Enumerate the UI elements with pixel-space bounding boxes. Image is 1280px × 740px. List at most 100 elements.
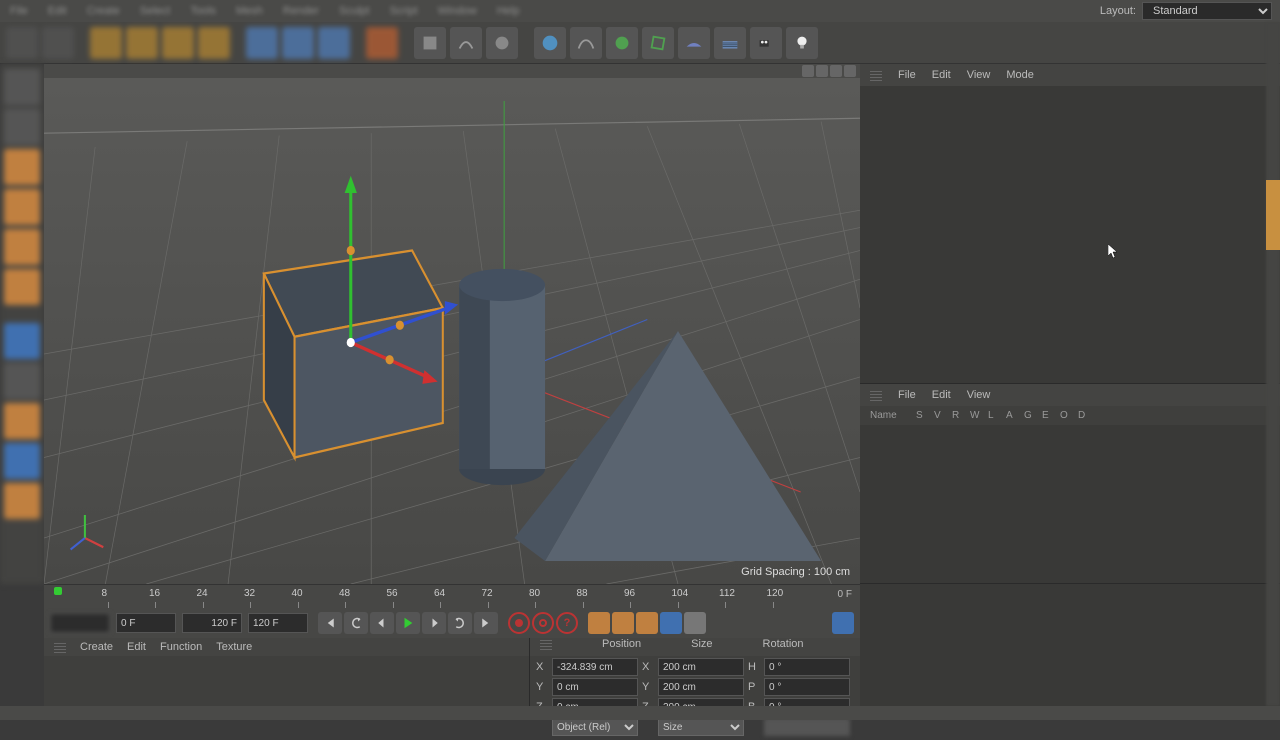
point-mode-icon[interactable] [4, 189, 40, 225]
nav-rotate-icon[interactable] [830, 65, 842, 77]
start-frame-input[interactable] [50, 613, 110, 633]
om-menu-edit[interactable]: Edit [932, 69, 951, 81]
main-menu[interactable]: FileEditCreateSelectToolsMeshRenderSculp… [10, 5, 519, 17]
spline-tool-icon[interactable] [570, 27, 602, 59]
goto-start-icon[interactable] [318, 612, 342, 634]
size-y-input[interactable] [658, 678, 744, 696]
playhead-icon[interactable] [54, 587, 62, 595]
size-mode-select[interactable]: Size [658, 718, 744, 736]
size-x-input[interactable] [658, 658, 744, 676]
right-active-tab[interactable] [1266, 180, 1280, 250]
mat-edit[interactable]: Edit [127, 641, 146, 653]
undo-icon[interactable] [6, 27, 38, 59]
layout-label: Layout: [1100, 5, 1136, 17]
coord-mode-select[interactable]: Object (Rel) [552, 718, 638, 736]
poly-mode-icon[interactable] [4, 269, 40, 305]
environment-icon[interactable] [678, 27, 710, 59]
ruler-mark: 112 [719, 588, 735, 599]
record-icon[interactable] [508, 612, 530, 634]
object-list[interactable] [860, 86, 1280, 383]
light-icon[interactable] [786, 27, 818, 59]
xyz-icon[interactable] [318, 27, 350, 59]
3d-viewport[interactable]: Grid Spacing : 100 cm [44, 78, 860, 584]
ruler-mark: 40 [292, 588, 303, 599]
enable-axis-icon[interactable] [4, 323, 40, 359]
mat-function[interactable]: Function [160, 641, 202, 653]
grip-icon[interactable] [54, 641, 66, 653]
spline-pen-icon[interactable] [450, 27, 482, 59]
right-dock-tabs[interactable] [1266, 22, 1280, 706]
statusbar [0, 706, 1280, 720]
sphere-icon[interactable] [534, 27, 566, 59]
autokey-icon[interactable] [532, 612, 554, 634]
om-menu-mode[interactable]: Mode [1006, 69, 1034, 81]
workplane2-icon[interactable] [4, 483, 40, 519]
prev-frame-icon[interactable] [370, 612, 394, 634]
edge-mode-icon[interactable] [4, 229, 40, 265]
timeline-options-icon[interactable] [832, 612, 854, 634]
end-frame-input2[interactable] [248, 613, 308, 633]
viewport-solo-icon[interactable] [4, 363, 40, 399]
prev-key-icon[interactable] [344, 612, 368, 634]
next-key-icon[interactable] [448, 612, 472, 634]
am-menu-view[interactable]: View [967, 389, 991, 401]
axis-lock-icon[interactable] [282, 27, 314, 59]
om-menu-file[interactable]: File [898, 69, 916, 81]
select-tool-icon[interactable] [90, 27, 122, 59]
grip-icon[interactable] [870, 389, 882, 401]
rot-keys-icon[interactable] [636, 612, 658, 634]
ruler-mark: 48 [339, 588, 350, 599]
model-mode-icon[interactable] [4, 69, 40, 105]
grip-icon[interactable] [540, 638, 552, 650]
pos-x-input[interactable] [552, 658, 638, 676]
nav-zoom-icon[interactable] [816, 65, 828, 77]
mat-create[interactable]: Create [80, 641, 113, 653]
scale-keys-icon[interactable] [612, 612, 634, 634]
pos-y-input[interactable] [552, 678, 638, 696]
pla-keys-icon[interactable] [684, 612, 706, 634]
mat-texture[interactable]: Texture [216, 641, 252, 653]
scale-tool-icon[interactable] [162, 27, 194, 59]
workplane-icon[interactable] [4, 149, 40, 185]
primitive-cube-icon[interactable] [414, 27, 446, 59]
grip-icon[interactable] [870, 69, 882, 81]
am-menu-edit[interactable]: Edit [932, 389, 951, 401]
end-frame-input[interactable] [182, 613, 242, 633]
ruler-mark: 120 [767, 588, 784, 599]
nav-move-icon[interactable] [802, 65, 814, 77]
nurbs-icon[interactable] [486, 27, 518, 59]
ruler-mark: 96 [624, 588, 635, 599]
render-icon[interactable] [366, 27, 398, 59]
camera-icon[interactable] [750, 27, 782, 59]
param-keys-icon[interactable] [660, 612, 682, 634]
apply-button[interactable] [764, 718, 850, 736]
rotate-tool-icon[interactable] [198, 27, 230, 59]
texture-mode-icon[interactable] [4, 109, 40, 145]
am-menu-file[interactable]: File [898, 389, 916, 401]
ruler-mark: 104 [672, 588, 689, 599]
ruler-mark: 24 [197, 588, 208, 599]
nav-toggle-icon[interactable] [844, 65, 856, 77]
move-tool-icon[interactable] [126, 27, 158, 59]
play-icon[interactable] [396, 612, 420, 634]
snap-icon[interactable] [4, 403, 40, 439]
material-manager: Create Edit Function Texture [44, 638, 530, 706]
floor-icon[interactable] [714, 27, 746, 59]
ruler-mark: 88 [577, 588, 588, 599]
om-menu-view[interactable]: View [967, 69, 991, 81]
layout-select[interactable]: Standard [1142, 2, 1272, 20]
keyselect-icon[interactable]: ? [556, 612, 578, 634]
goto-end-icon[interactable] [474, 612, 498, 634]
rot-p-input[interactable] [764, 678, 850, 696]
current-frame-input[interactable] [116, 613, 176, 633]
pos-keys-icon[interactable] [588, 612, 610, 634]
deformer-icon[interactable] [642, 27, 674, 59]
timeline-ruler[interactable]: 0 F 81624324048566472808896104112120 [44, 584, 860, 608]
next-frame-icon[interactable] [422, 612, 446, 634]
quantize-icon[interactable] [4, 443, 40, 479]
generator-icon[interactable] [606, 27, 638, 59]
rot-h-input[interactable] [764, 658, 850, 676]
cone-object [514, 331, 821, 561]
locked-icon[interactable] [246, 27, 278, 59]
redo-icon[interactable] [42, 27, 74, 59]
